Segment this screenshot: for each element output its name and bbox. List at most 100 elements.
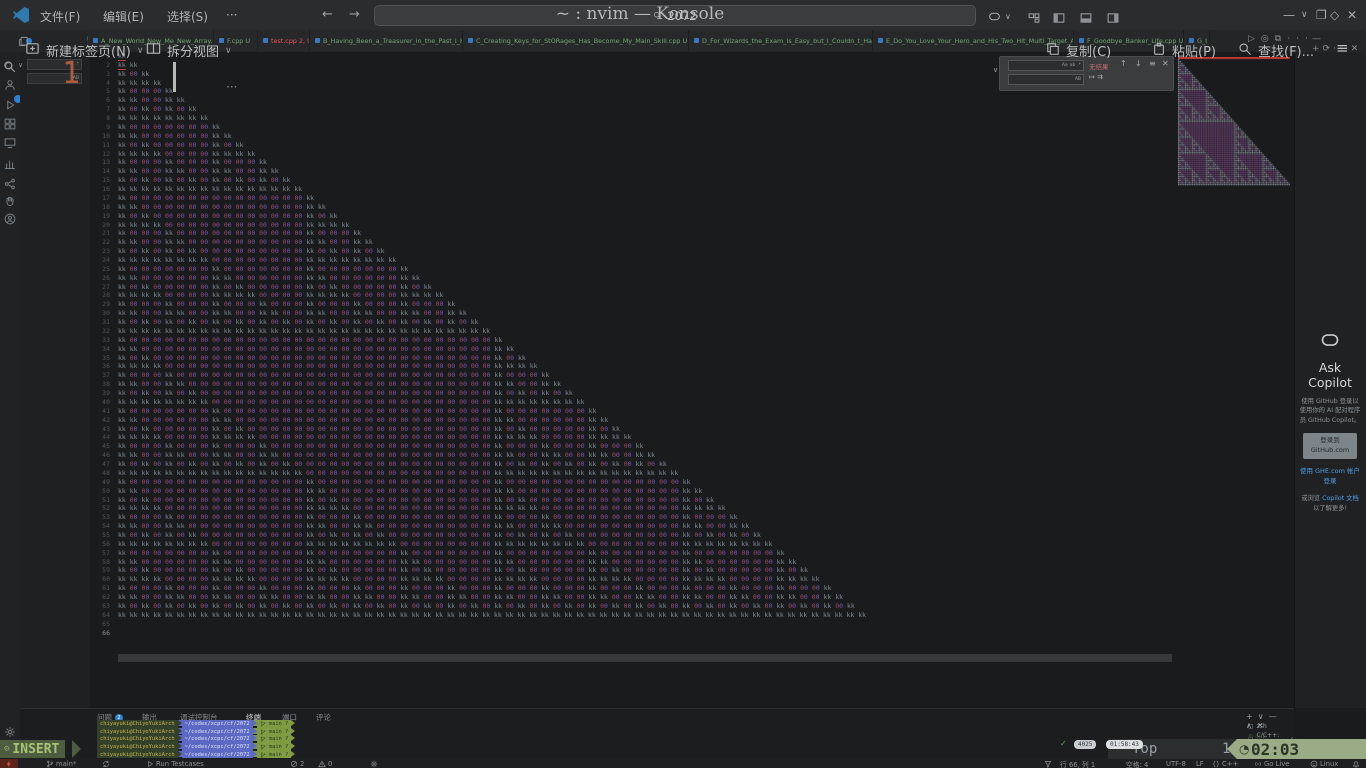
status-item-warning[interactable]: 0 (318, 759, 332, 768)
hand-activity-icon[interactable] (4, 192, 16, 211)
minimap[interactable] (1178, 57, 1290, 187)
editor-tab[interactable]: E_Do_You_Love_Your_Hero_and_His_Two_Hit_… (873, 30, 1074, 51)
status-item-os[interactable]: Linux (1310, 759, 1338, 768)
editor-line: 65 (94, 620, 1194, 629)
editor-group-action-icon[interactable]: ✕ (1351, 44, 1362, 54)
replace-icons[interactable]: ↦ ⇉ (1089, 73, 1103, 81)
menu-more[interactable]: ··· (226, 8, 237, 22)
editor-line: 32kk kk kk kk kk kk kk kk kk kk kk kk kk… (94, 327, 1194, 336)
find-next-icon[interactable]: ↓ (1135, 59, 1142, 68)
panel-action-icon[interactable]: — (1269, 712, 1282, 721)
find-prev-icon[interactable]: ↑ (1120, 59, 1127, 68)
copilot-title: Ask Copilot (1299, 360, 1361, 390)
chevron-down-icon[interactable]: ∨ (1005, 12, 1011, 21)
editor-line: 58kk kk 00 00 00 00 00 00 kk kk 00 00 00… (94, 558, 1194, 567)
status-item-LF[interactable]: LF (1196, 759, 1204, 768)
status-item-空格: 4[interactable]: 空格: 4 (1126, 759, 1148, 768)
bottom-panel: 问题2输出调试控制台终端端口评论 +∨—∧✕ chiyayuki@ChiyoYu… (20, 708, 1294, 760)
panel-action-icon[interactable]: + (1246, 712, 1258, 721)
editor-line: 56kk kk kk kk kk kk kk kk 00 00 00 00 00… (94, 540, 1194, 549)
nav-forward-icon[interactable]: → (349, 7, 360, 22)
editor-area[interactable]: 1kk2kk kk3kk 00 kk4kk kk kk kk5kk 00 00 … (90, 52, 1294, 708)
person-activity-icon[interactable] (4, 76, 16, 95)
editor-tab[interactable]: C_Creating_Keys_for_StORages_Has_Become_… (463, 30, 689, 51)
monitor-activity-icon[interactable] (4, 134, 16, 153)
restore-button[interactable]: ❐ (1316, 8, 1327, 22)
editor-line: 50kk kk 00 00 00 00 00 00 00 00 00 00 00… (94, 487, 1194, 496)
terminal-instance[interactable]: ▢zsh (1248, 723, 1267, 730)
panel-action-icon[interactable]: ∨ (1258, 712, 1269, 721)
editor-line: 24kk kk kk kk kk kk kk kk 00 00 00 00 00… (94, 256, 1194, 265)
editor-tab[interactable]: D_For_Wizards_the_Exam_Is_Easy_but_I_Cou… (689, 30, 873, 51)
chevron-down-icon[interactable]: ∨ (18, 61, 23, 69)
status-item-行 66, 列 1[interactable]: 行 66, 列 1 (1060, 759, 1095, 768)
copilot-ghe-link[interactable]: 使用 GHE.com 帐户登录 (1299, 467, 1361, 487)
copilot-signin-button[interactable]: 登录到 GitHub.com (1303, 433, 1357, 459)
find-input[interactable]: Aaab.* (1008, 60, 1084, 71)
menu-file[interactable]: 文件(F) (40, 8, 80, 25)
copilot-icon[interactable] (988, 8, 1001, 27)
command-center[interactable]: 2072 (374, 5, 976, 26)
search-icon (1238, 41, 1252, 60)
status-item-play[interactable]: Run Testcases (146, 759, 204, 768)
personCircle-activity-icon[interactable] (4, 210, 16, 229)
close-icon[interactable]: ✕ (1162, 59, 1169, 68)
status-item-broadcast[interactable]: Go Live (1254, 759, 1289, 768)
menu-select[interactable]: 选择(S) (167, 8, 208, 25)
konsole-paste-button[interactable]: 粘贴(P) (1152, 41, 1216, 60)
editor-line: 20kk kk kk kk 00 00 00 00 00 00 00 00 00… (94, 221, 1194, 230)
copilot-docs-link[interactable]: Copilot 文档 (1322, 495, 1359, 502)
play-activity-icon[interactable] (4, 96, 16, 115)
chevron-down-icon[interactable]: ∨ (1301, 10, 1308, 20)
customize-layout-icon[interactable] (1028, 9, 1040, 28)
konsole-copy-button[interactable]: 复制(C) (1046, 41, 1111, 60)
editor-tab[interactable]: test.cpp 2, U (258, 30, 310, 51)
remote-icon (5, 760, 13, 768)
status-item-funnel[interactable] (1044, 759, 1052, 768)
search-sidebar: ∨ Aa.* AB (20, 52, 90, 708)
editor-line: 30kk kk 00 00 kk kk 00 00 kk kk 00 00 kk… (94, 309, 1194, 318)
grid-activity-icon[interactable] (4, 115, 16, 134)
editor-line: 31kk 00 kk 00 kk 00 kk 00 kk 00 kk 00 kk… (94, 318, 1194, 327)
nav-back-icon[interactable]: ← (322, 7, 333, 22)
chevron-collapse-icon[interactable]: ∨ (993, 66, 998, 74)
broadcast-icon (1254, 760, 1262, 768)
konsole-find-button[interactable]: 查找(F)... (1238, 41, 1314, 60)
replace-input[interactable]: AB (1008, 74, 1084, 85)
chart-activity-icon[interactable] (4, 155, 16, 174)
status-item-sync[interactable] (102, 759, 110, 768)
editor-line: 53kk 00 00 00 kk 00 00 00 00 00 00 00 00… (94, 513, 1194, 522)
status-item-error[interactable]: 2 (290, 759, 304, 768)
find-in-selection-icon[interactable]: ≡ (1149, 59, 1156, 68)
panel-tab-5[interactable]: 评论 (316, 712, 331, 723)
screen: 文件(F) 编辑(E) 选择(S) ··· ← → 2072 ∨ — ∨ ❐ ◇… (0, 0, 1366, 768)
minimize-button[interactable]: — (1283, 8, 1295, 22)
split-view-icon (146, 41, 161, 60)
editor-tab[interactable]: B_Having_Been_a_Treasurer_in_the_Past_I_… (310, 30, 463, 51)
toggle-secondary-sidebar-icon[interactable] (1107, 9, 1119, 28)
remote-indicator[interactable] (0, 759, 18, 768)
editor-line: 40kk kk kk kk kk kk kk kk 00 00 00 00 00… (94, 398, 1194, 407)
more-actions-icon[interactable]: ··· (226, 80, 237, 94)
editor-line: 25kk 00 00 00 00 00 00 00 kk 00 00 00 00… (94, 265, 1194, 274)
shell-status-ok: ✓ (1060, 739, 1067, 748)
editor-line: 22kk kk 00 00 kk kk 00 00 00 00 00 00 00… (94, 238, 1194, 247)
close-button[interactable]: ✕ (1347, 8, 1357, 22)
konsole-split-view-button[interactable]: 拆分视图 ∨ (146, 41, 232, 60)
menu-edit[interactable]: 编辑(E) (103, 8, 144, 25)
editor-tabs: A_New_World_New_Me_New_Array.cpp UF.cpp … (88, 30, 1210, 52)
cursor-line-highlight (118, 654, 1172, 663)
status-item-branch[interactable]: main* (46, 759, 76, 768)
status-item-bell[interactable] (1352, 759, 1360, 768)
editor-line: 37kk 00 00 00 kk 00 00 00 00 00 00 00 00… (94, 371, 1194, 380)
toggle-panel-icon[interactable] (1080, 9, 1092, 28)
editor-group-action-icon[interactable]: ⟳ (1323, 44, 1334, 54)
konsole-new-tab-button[interactable]: 新建标签页(N) ∨ (25, 41, 143, 60)
toggle-sidebar-icon[interactable] (1053, 9, 1065, 28)
status-item-gear[interactable] (370, 759, 378, 768)
keep-above-icon[interactable]: ◇ (1330, 8, 1339, 22)
status-item-braces[interactable]: C++ (1212, 759, 1238, 768)
status-item-UTF-8[interactable]: UTF-8 (1166, 759, 1186, 768)
konsole-menu-icon[interactable]: ≡ (1336, 39, 1349, 57)
copy-icon (1046, 42, 1060, 56)
